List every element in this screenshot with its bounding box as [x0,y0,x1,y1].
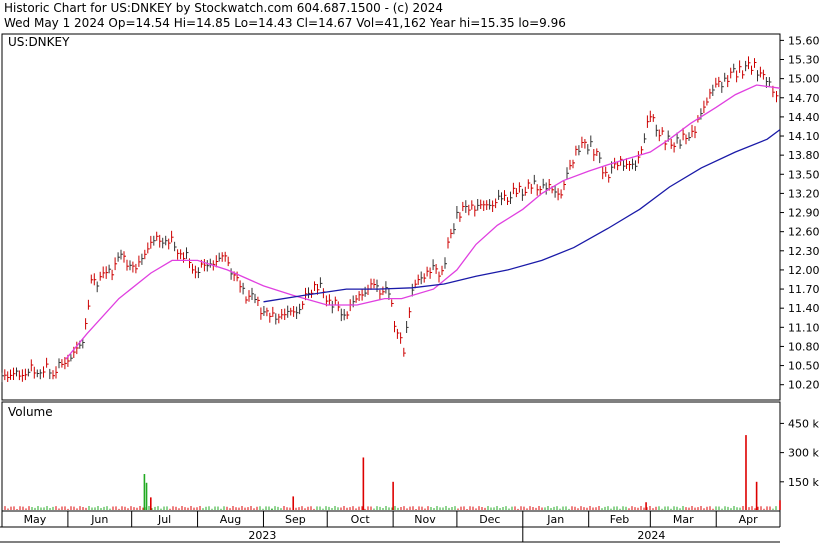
month-label: Feb [610,513,629,526]
price-tick-label: 15.60 [788,34,820,47]
price-tick-label: 10.20 [788,379,820,392]
year-label: 2023 [248,529,276,542]
price-tick-label: 14.40 [788,111,820,124]
stock-chart: US:DNKEY Volume 15.60 15.30 15.00 14.70 14.40 1… [0,33,820,543]
price-tick-label: 13.20 [788,187,820,200]
price-tick-label: 10.50 [788,360,820,373]
volume-panel-title: Volume [8,405,53,419]
year-label: 2024 [637,529,665,542]
price-tick-label: 14.70 [788,92,820,105]
volume-panel [1,401,781,512]
month-label: Sep [285,513,306,526]
month-label: Nov [414,513,436,526]
price-tick-label: 11.70 [788,283,820,296]
volume-tick-label: 150 k [788,476,819,489]
month-label: Mar [673,513,694,526]
month-label: Jul [157,513,171,526]
month-label: Apr [739,513,759,526]
price-tick-label: 10.80 [788,340,820,353]
price-tick-label: 12.00 [788,264,820,277]
month-label: Oct [351,513,371,526]
price-tick-label: 14.10 [788,130,820,143]
price-tick-label: 13.80 [788,149,820,162]
month-label: Aug [220,513,241,526]
price-panel-title: US:DNKEY [8,35,70,49]
price-tick-label: 11.10 [788,321,820,334]
volume-tick-label: 450 k [788,417,819,430]
price-tick-label: 13.50 [788,168,820,181]
price-tick-label: 12.30 [788,245,820,258]
price-tick-label: 15.00 [788,73,820,86]
price-panel [1,33,781,401]
month-label: Dec [479,513,500,526]
price-tick-label: 12.90 [788,207,820,220]
chart-page: Historic Chart for US:DNKEY by Stockwatc… [0,0,830,543]
month-label: Jun [90,513,108,526]
volume-tick-label: 300 k [788,447,819,460]
price-tick-label: 15.30 [788,54,820,67]
month-label: Jan [546,513,564,526]
price-tick-label: 11.40 [788,302,820,315]
month-label: May [24,513,47,526]
price-tick-label: 12.60 [788,226,820,239]
